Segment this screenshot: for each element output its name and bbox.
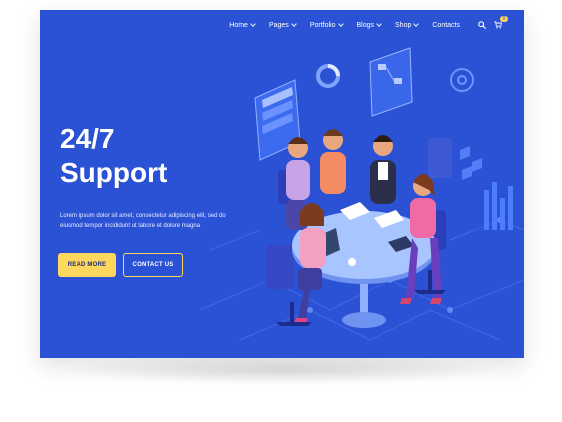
hero-card: Home Pages Portfolio Blogs Shop Contacts: [40, 10, 524, 358]
contact-us-button[interactable]: CONTACT US: [123, 253, 183, 277]
chevron-down-icon: [413, 21, 420, 27]
team-meeting-illustration: [200, 47, 524, 341]
person-3: [370, 135, 396, 204]
flowchart-panel: [369, 47, 413, 117]
nav-item-label: Portfolio: [309, 21, 336, 29]
main-nav: Home Pages Portfolio Blogs Shop Contacts: [40, 10, 524, 40]
card-shadow: [60, 355, 502, 385]
nav-item-label: Pages: [268, 21, 289, 29]
nav-item-shop[interactable]: Shop: [395, 21, 420, 29]
nav-item-label: Home: [229, 21, 248, 29]
chevron-down-icon: [376, 21, 382, 27]
nav-item-blogs[interactable]: Blogs: [356, 21, 382, 29]
nav-item-label: Blogs: [356, 21, 375, 29]
bar-chart-decoration: [484, 182, 513, 230]
donut-chart: [316, 64, 340, 88]
read-more-button[interactable]: READ MORE: [58, 253, 116, 277]
nav-item-portfolio[interactable]: Portfolio: [309, 21, 344, 29]
nav-item-pages[interactable]: Pages: [268, 21, 297, 29]
nav-item-label: Shop: [395, 21, 412, 29]
search-icon[interactable]: [478, 21, 486, 29]
nav-item-contacts[interactable]: Contacts: [432, 22, 460, 29]
chevron-down-icon: [250, 21, 256, 27]
nav-icons: 0: [478, 16, 508, 29]
nav-item-home[interactable]: Home: [229, 21, 256, 29]
cart-icon[interactable]: 0: [494, 16, 508, 29]
nav-item-label: Contacts: [432, 21, 460, 29]
gear-decoration: [450, 68, 474, 92]
chevron-down-icon: [337, 21, 344, 27]
chevron-down-icon: [290, 21, 297, 27]
person-2: [320, 129, 346, 194]
cart-badge: 0: [500, 16, 508, 22]
